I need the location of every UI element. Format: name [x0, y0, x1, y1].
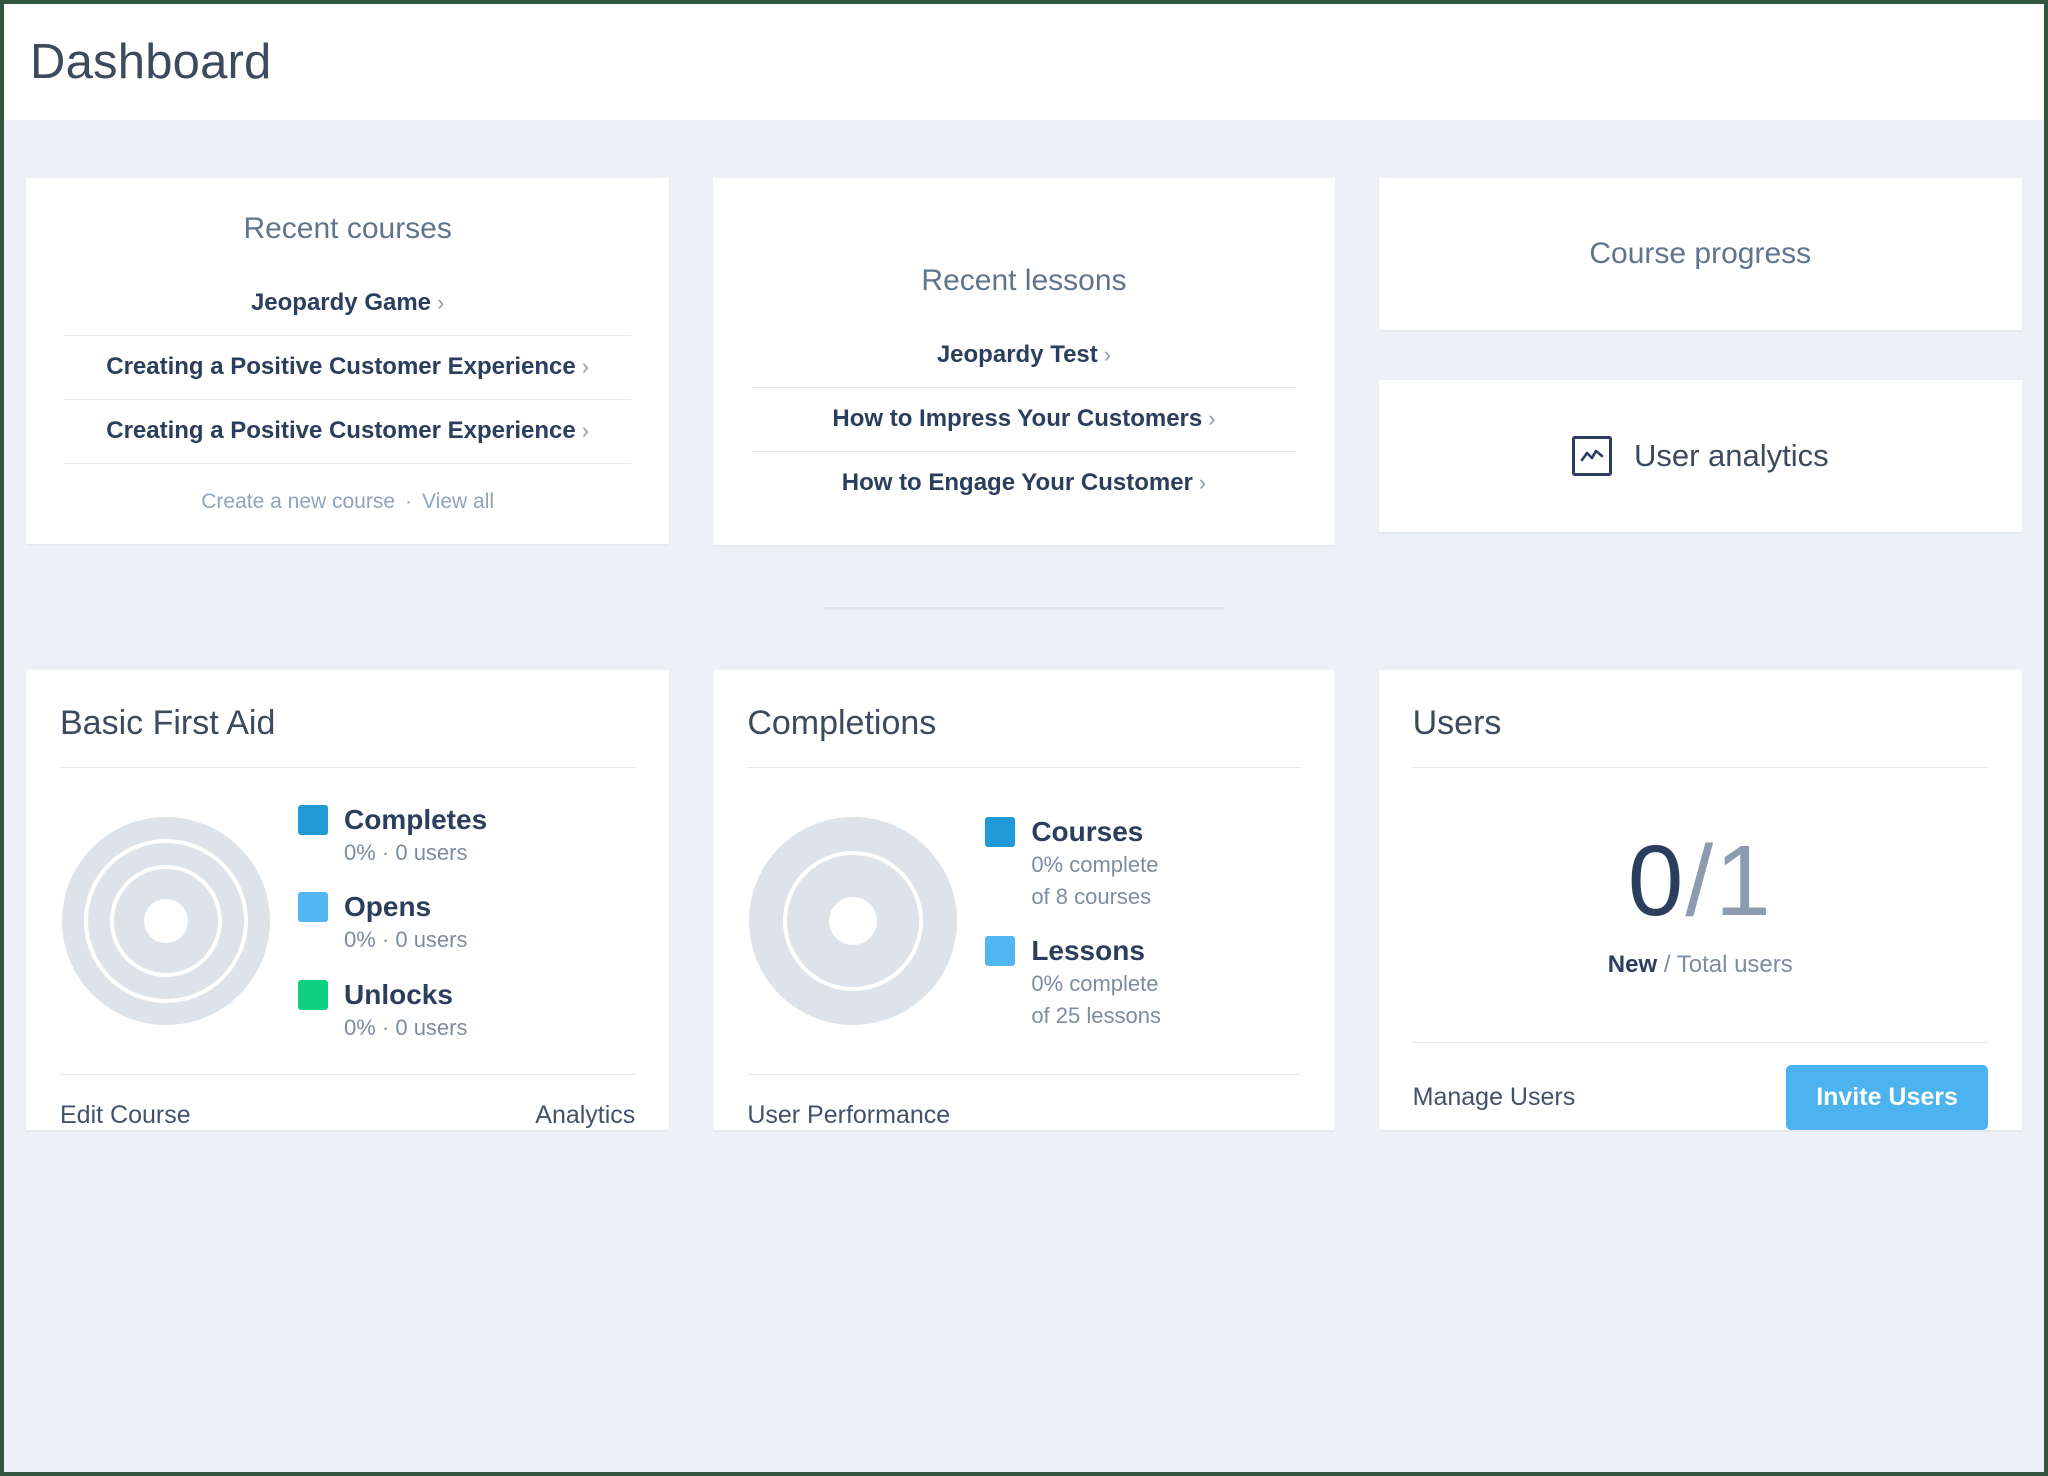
- legend-value-line1: 0% complete: [985, 969, 1300, 999]
- chevron-right-icon: ›: [1202, 406, 1215, 431]
- basic-first-aid-body: Completes 0% · 0 users Opens 0% · 0 user…: [60, 768, 635, 1074]
- legend-value: 0% · 0 users: [298, 1013, 635, 1043]
- create-new-course-link[interactable]: Create a new course: [201, 490, 395, 513]
- legend-swatch-completes: [298, 805, 328, 835]
- footer-separator: ·: [395, 490, 422, 513]
- legend-swatch-unlocks: [298, 980, 328, 1010]
- users-card: Users 0/1 New / Total users Manage Users…: [1379, 670, 2022, 1130]
- count-slash: /: [1685, 825, 1715, 937]
- dashboard-body: Recent courses Jeopardy Game› Creating a…: [4, 120, 2044, 1472]
- recent-lesson-item[interactable]: How to Impress Your Customers›: [751, 388, 1296, 452]
- basic-first-aid-title: Basic First Aid: [60, 696, 635, 768]
- basic-first-aid-card: Basic First Aid: [26, 670, 669, 1130]
- recent-course-item[interactable]: Jeopardy Game›: [64, 272, 631, 336]
- chevron-right-icon: ›: [576, 418, 589, 443]
- recent-lesson-label: How to Engage Your Customer: [842, 469, 1193, 496]
- completions-body: Courses 0% complete of 8 courses Lessons: [747, 768, 1300, 1074]
- recent-course-label: Creating a Positive Customer Experience: [106, 353, 576, 380]
- users-caption: New / Total users: [1608, 951, 1793, 979]
- legend-swatch-opens: [298, 892, 328, 922]
- legend-label: Lessons: [1031, 935, 1145, 967]
- legend-value-line2: of 25 lessons: [985, 1001, 1300, 1031]
- users-footer: Manage Users Invite Users: [1413, 1042, 1988, 1130]
- recent-courses-card: Recent courses Jeopardy Game› Creating a…: [26, 178, 669, 544]
- new-users-count: 0: [1628, 825, 1686, 937]
- page-header: Dashboard: [4, 4, 2044, 120]
- legend-item: Completes 0% · 0 users: [298, 804, 635, 868]
- completions-title: Completions: [747, 696, 1300, 768]
- user-performance-link[interactable]: User Performance: [747, 1101, 950, 1130]
- completions-legend: Courses 0% complete of 8 courses Lessons: [985, 816, 1300, 1031]
- recent-lesson-label: How to Impress Your Customers: [832, 405, 1202, 432]
- top-card-row: Recent courses Jeopardy Game› Creating a…: [26, 178, 2022, 545]
- chart-square-icon: [1572, 436, 1612, 476]
- completions-donut-chart: [747, 815, 959, 1032]
- recent-lessons-title: Recent lessons: [751, 258, 1296, 324]
- user-analytics-label: User analytics: [1634, 438, 1829, 474]
- legend-value: 0% · 0 users: [298, 925, 635, 955]
- user-analytics-card[interactable]: User analytics: [1379, 380, 2022, 532]
- basic-first-aid-legend: Completes 0% · 0 users Opens 0% · 0 user…: [298, 804, 635, 1043]
- completions-card: Completions: [713, 670, 1334, 1130]
- legend-value-line1: 0% complete: [985, 850, 1300, 880]
- chevron-right-icon: ›: [1098, 342, 1111, 367]
- caption-new: New: [1608, 951, 1657, 978]
- view-all-courses-link[interactable]: View all: [422, 490, 494, 513]
- legend-value-line2: of 8 courses: [985, 882, 1300, 912]
- legend-item: Lessons 0% complete of 25 lessons: [985, 935, 1300, 1030]
- caption-total: / Total users: [1664, 951, 1793, 978]
- legend-value: 0% · 0 users: [298, 838, 635, 868]
- users-body: 0/1 New / Total users: [1413, 768, 1988, 1042]
- legend-label: Courses: [1031, 816, 1143, 848]
- analytics-link[interactable]: Analytics: [535, 1101, 635, 1130]
- users-title: Users: [1413, 696, 1988, 768]
- total-users-count: 1: [1715, 825, 1773, 937]
- legend-item: Unlocks 0% · 0 users: [298, 979, 635, 1043]
- recent-courses-column: Recent courses Jeopardy Game› Creating a…: [26, 178, 691, 545]
- page-title: Dashboard: [30, 34, 272, 90]
- manage-users-link[interactable]: Manage Users: [1413, 1083, 1576, 1112]
- recent-lesson-item[interactable]: How to Engage Your Customer›: [751, 452, 1296, 515]
- legend-swatch-lessons: [985, 936, 1015, 966]
- users-column: Users 0/1 New / Total users Manage Users…: [1357, 670, 2022, 1130]
- recent-course-item[interactable]: Creating a Positive Customer Experience›: [64, 336, 631, 400]
- basic-first-aid-column: Basic First Aid: [26, 670, 691, 1130]
- recent-course-label: Jeopardy Game: [251, 289, 431, 316]
- recent-lesson-label: Jeopardy Test: [937, 341, 1098, 368]
- course-progress-card[interactable]: Course progress: [1379, 178, 2022, 330]
- chevron-right-icon: ›: [431, 290, 444, 315]
- basic-first-aid-donut-chart: [60, 815, 272, 1032]
- bottom-card-row: Basic First Aid: [26, 670, 2022, 1130]
- recent-courses-footer: Create a new course·View all: [64, 464, 631, 514]
- edit-course-link[interactable]: Edit Course: [60, 1101, 191, 1130]
- recent-course-label: Creating a Positive Customer Experience: [106, 417, 576, 444]
- recent-course-item[interactable]: Creating a Positive Customer Experience›: [64, 400, 631, 464]
- chevron-right-icon: ›: [576, 354, 589, 379]
- section-divider: [824, 607, 1224, 610]
- recent-lessons-column: Recent lessons Jeopardy Test› How to Imp…: [691, 178, 1356, 545]
- legend-label: Completes: [344, 804, 487, 836]
- dashboard-page: Dashboard Recent courses Jeopardy Game› …: [4, 4, 2044, 1472]
- users-count: 0/1: [1628, 831, 1773, 931]
- legend-label: Opens: [344, 891, 431, 923]
- right-column: Course progress User analytics: [1357, 178, 2022, 545]
- completions-footer: User Performance: [747, 1074, 1300, 1130]
- course-progress-title: Course progress: [1589, 237, 1811, 271]
- legend-item: Courses 0% complete of 8 courses: [985, 816, 1300, 911]
- chevron-right-icon: ›: [1193, 470, 1206, 495]
- recent-lesson-item[interactable]: Jeopardy Test›: [751, 324, 1296, 388]
- legend-label: Unlocks: [344, 979, 453, 1011]
- recent-courses-title: Recent courses: [64, 206, 631, 272]
- completions-column: Completions: [691, 670, 1356, 1130]
- invite-users-button[interactable]: Invite Users: [1786, 1065, 1988, 1130]
- legend-swatch-courses: [985, 817, 1015, 847]
- basic-first-aid-footer: Edit Course Analytics: [60, 1074, 635, 1130]
- legend-item: Opens 0% · 0 users: [298, 891, 635, 955]
- recent-lessons-card: Recent lessons Jeopardy Test› How to Imp…: [713, 178, 1334, 545]
